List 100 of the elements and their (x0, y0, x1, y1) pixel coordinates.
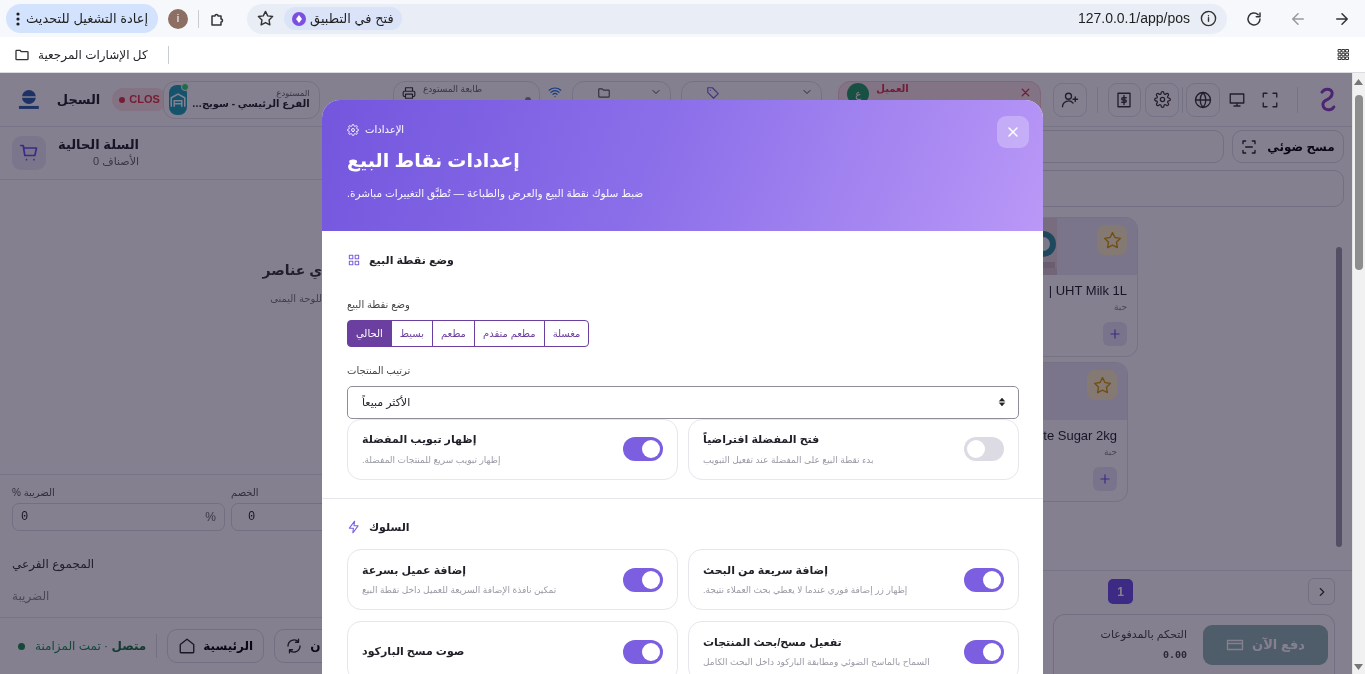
mode-option[interactable]: الحالي (347, 319, 392, 347)
star-icon (1102, 230, 1122, 250)
sync-icon (285, 637, 304, 655)
globe-icon (1193, 90, 1212, 109)
profile-avatar[interactable]: i (168, 8, 189, 29)
toggle-switch[interactable] (623, 437, 663, 461)
reload-button[interactable] (1245, 9, 1263, 28)
printer-icon (401, 85, 416, 100)
apps-grid-icon (1336, 47, 1351, 62)
open-in-app-button[interactable]: فتح في التطبيق (284, 6, 402, 31)
mode-option[interactable]: مطعم (431, 319, 475, 347)
section-title: السلوك (369, 519, 410, 535)
plus-icon (1108, 327, 1122, 341)
toggle-switch[interactable] (623, 639, 663, 664)
setting-title: إضافة سريعة من البحث (703, 562, 829, 578)
discount-label: الخصم (231, 486, 260, 500)
dialog-title: إعدادات نقاط البيع (347, 149, 521, 174)
dialog-subtitle: ضبط سلوك نقطة البيع والعرض والطباعة — تُطبَّق التغييرات مباشرة. (347, 185, 645, 202)
empty-cart-title: ي عناصر (262, 261, 322, 281)
field-label: وضع نقطة البيع (347, 297, 411, 312)
setting-title: صوت مسح الباركود (362, 644, 466, 660)
fullscreen-icon (1261, 90, 1280, 109)
product-name: te Sugar 2kg (1042, 427, 1118, 445)
add-user-icon (1060, 90, 1079, 109)
toggle-switch[interactable] (964, 437, 1004, 461)
settings-icon (1153, 91, 1171, 108)
setting-description: إظهار زر إضافة فوري عندما لا يعطي بحث العملاء نتيجة. (703, 584, 909, 597)
reload-icon (1245, 9, 1263, 28)
setting-title: إضافة عميل بسرعة (362, 562, 468, 578)
monitor-icon (1227, 90, 1246, 109)
info-icon (1200, 10, 1217, 27)
close-icon (1005, 124, 1021, 140)
scan-icon (1241, 138, 1258, 155)
sync-status: متصل · تمت المزامنة (35, 638, 147, 655)
scroll-up-icon (1354, 79, 1363, 85)
status-dot-icon (119, 96, 126, 103)
tax-field[interactable]: 0 % (12, 503, 225, 531)
setting-title: إظهار تبويب المفضلة (362, 432, 478, 448)
folder-icon (596, 85, 611, 100)
subtotal-label: المجموع الفرعي (12, 556, 95, 573)
cart-title: السلة الحالية (58, 136, 140, 153)
product-name: | UHT Milk 1L (1047, 282, 1128, 300)
star-icon (257, 10, 275, 27)
scroll-thumb[interactable] (1355, 95, 1363, 270)
relaunch-button[interactable]: إعادة التشغيل للتحديث (6, 4, 159, 33)
setting-description: بدء نقطة البيع على المفضلة عند تفعيل التبويب (703, 453, 875, 467)
mode-option[interactable]: بسيط (390, 319, 433, 347)
setting-title: فتح المفضلة افتراضياً (703, 431, 821, 448)
language-button[interactable] (1186, 82, 1220, 117)
sort-select[interactable]: الأكثر مبيعاً (347, 385, 1019, 419)
dollar-icon (1115, 90, 1134, 109)
cart-item-count: الأصناف 0 (93, 153, 140, 169)
star-icon (1092, 375, 1112, 395)
toggle-switch[interactable] (964, 567, 1004, 592)
app-icon (292, 11, 307, 26)
page-scrollbar[interactable] (1352, 73, 1365, 674)
warehouse-selector[interactable]: المستودع الفرع الرئيسي - سويج… (162, 80, 320, 119)
setting-description: السماح بالماسح الضوئي ومطابقة الباركود داخل البحث الكامل (703, 656, 931, 669)
add-customer-button[interactable] (1052, 82, 1087, 117)
grid-icon (347, 253, 361, 268)
scan-button[interactable]: مسح ضوئي (1232, 130, 1344, 163)
breadcrumb: الإعدادات (365, 123, 405, 137)
warehouse-icon (168, 84, 187, 115)
bookmarks-folder[interactable]: كل الإشارات المرجعية (14, 45, 148, 64)
cart-icon (12, 136, 46, 170)
customer-label: العميل (876, 83, 909, 94)
warehouse-label: المستودع (276, 88, 310, 99)
settings-icon (347, 123, 359, 136)
cash-button[interactable] (1107, 82, 1142, 117)
plus-icon (1098, 472, 1112, 486)
payments-label: التحكم بالمدفوعات (1100, 626, 1187, 643)
sort-arrows-icon (996, 396, 1008, 408)
lightning-icon (347, 519, 361, 534)
empty-cart-hint: للوحة اليمنى (270, 292, 322, 306)
payments-total: 0.00 (1163, 649, 1187, 664)
apps-button[interactable] (1336, 47, 1351, 62)
tax-total-label: الضريبة (12, 588, 50, 605)
section-title: وضع نقطة البيع (369, 253, 454, 269)
scroll-down-icon (1354, 664, 1363, 670)
online-dot-icon (18, 642, 25, 650)
product-unit: حبة (1112, 300, 1128, 314)
page-button[interactable]: 1 (1108, 579, 1133, 604)
tag-icon (706, 85, 721, 100)
register-label: السجل (56, 90, 101, 109)
home-button[interactable]: الرئيسية (167, 629, 265, 663)
bookmark-button[interactable] (257, 10, 275, 27)
more-icon (16, 11, 20, 26)
setting-description: تمكين نافذة الإضافة السريعة للعميل داخل نقطة البيع (362, 584, 558, 597)
url-text: 127.0.0.1/app/pos (1077, 9, 1190, 28)
setting-title: تفعيل مسح/بحث المنتجات (703, 634, 843, 650)
tax-label: % الضريبة (12, 486, 56, 500)
warehouse-name: الفرع الرئيسي - سويج… (191, 98, 310, 111)
mode-option[interactable]: مطعم متقدم (474, 319, 545, 347)
toggle-switch[interactable] (964, 639, 1004, 664)
product-unit: حبة (1102, 445, 1118, 459)
toggle-switch[interactable] (623, 567, 663, 592)
mode-option[interactable]: مغسلة (543, 319, 590, 347)
settings-button[interactable] (1145, 82, 1179, 117)
scrollbar[interactable] (1336, 247, 1342, 547)
wifi-icon (547, 85, 562, 99)
